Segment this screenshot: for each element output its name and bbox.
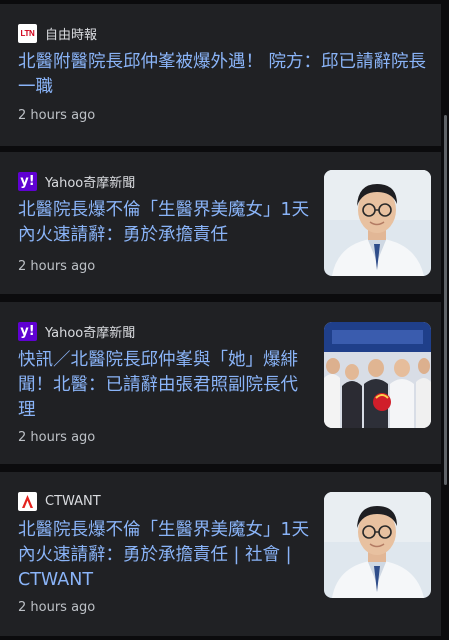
article-thumbnail-handover-ceremony[interactable] — [324, 322, 431, 428]
yahoo-logo-text: y! — [20, 174, 35, 189]
source-name: 自由時報 — [45, 28, 98, 43]
news-card[interactable]: y! Yahoo奇摩新聞 快訊／北醫院長邱仲峯與「她」爆緋聞！北醫：已請辭由張君… — [0, 302, 441, 464]
news-card[interactable]: LTN 自由時報 北醫附醫院長邱仲峯被爆外遇！ 院方：邱已請辭院長一職 2 ho… — [0, 4, 441, 146]
ltn-logo-icon: LTN — [18, 24, 37, 43]
timestamp: 2 hours ago — [18, 259, 96, 274]
doctor-portrait-image — [324, 492, 431, 598]
news-card[interactable]: CTWANT 北醫院長爆不倫「生醫界美魔女」1天內火速請辭：勇於承擔責任 | 社… — [0, 472, 441, 636]
article-thumbnail-doctor-portrait[interactable] — [324, 492, 431, 598]
source-name: CTWANT — [45, 494, 101, 509]
ctwant-logo-icon — [18, 492, 37, 511]
ctwant-logo-mark — [22, 495, 33, 508]
scrollbar[interactable] — [444, 115, 447, 485]
timestamp: 2 hours ago — [18, 108, 96, 123]
yahoo-logo-icon: y! — [18, 322, 37, 341]
source-name: Yahoo奇摩新聞 — [45, 326, 136, 341]
headline-link[interactable]: 北醫院長爆不倫「生醫界美魔女」1天內火速請辭：勇於承擔責任 | 社會 | CTW… — [18, 518, 310, 593]
timestamp: 2 hours ago — [18, 600, 96, 615]
source-name: Yahoo奇摩新聞 — [45, 176, 136, 191]
yahoo-logo-text: y! — [20, 324, 35, 339]
headline-link[interactable]: 快訊／北醫院長邱仲峯與「她」爆緋聞！北醫：已請辭由張君照副院長代理 — [18, 348, 310, 423]
source-row: y! Yahoo奇摩新聞 — [18, 172, 135, 191]
source-row: CTWANT — [18, 492, 101, 511]
news-feed: LTN 自由時報 北醫附醫院長邱仲峯被爆外遇！ 院方：邱已請辭院長一職 2 ho… — [0, 0, 449, 640]
headline-link[interactable]: 北醫院長爆不倫「生醫界美魔女」1天內火速請辭：勇於承擔責任 — [18, 198, 310, 248]
headline-link[interactable]: 北醫附醫院長邱仲峯被爆外遇！ 院方：邱已請辭院長一職 — [18, 50, 430, 100]
handover-ceremony-image — [324, 322, 431, 428]
ltn-logo-text: LTN — [20, 29, 35, 38]
news-card[interactable]: y! Yahoo奇摩新聞 北醫院長爆不倫「生醫界美魔女」1天內火速請辭：勇於承擔… — [0, 152, 441, 294]
yahoo-logo-icon: y! — [18, 172, 37, 191]
source-row: y! Yahoo奇摩新聞 — [18, 322, 135, 341]
doctor-portrait-image — [324, 170, 431, 276]
article-thumbnail-doctor-portrait[interactable] — [324, 170, 431, 276]
timestamp: 2 hours ago — [18, 430, 96, 445]
source-row: LTN 自由時報 — [18, 24, 97, 43]
